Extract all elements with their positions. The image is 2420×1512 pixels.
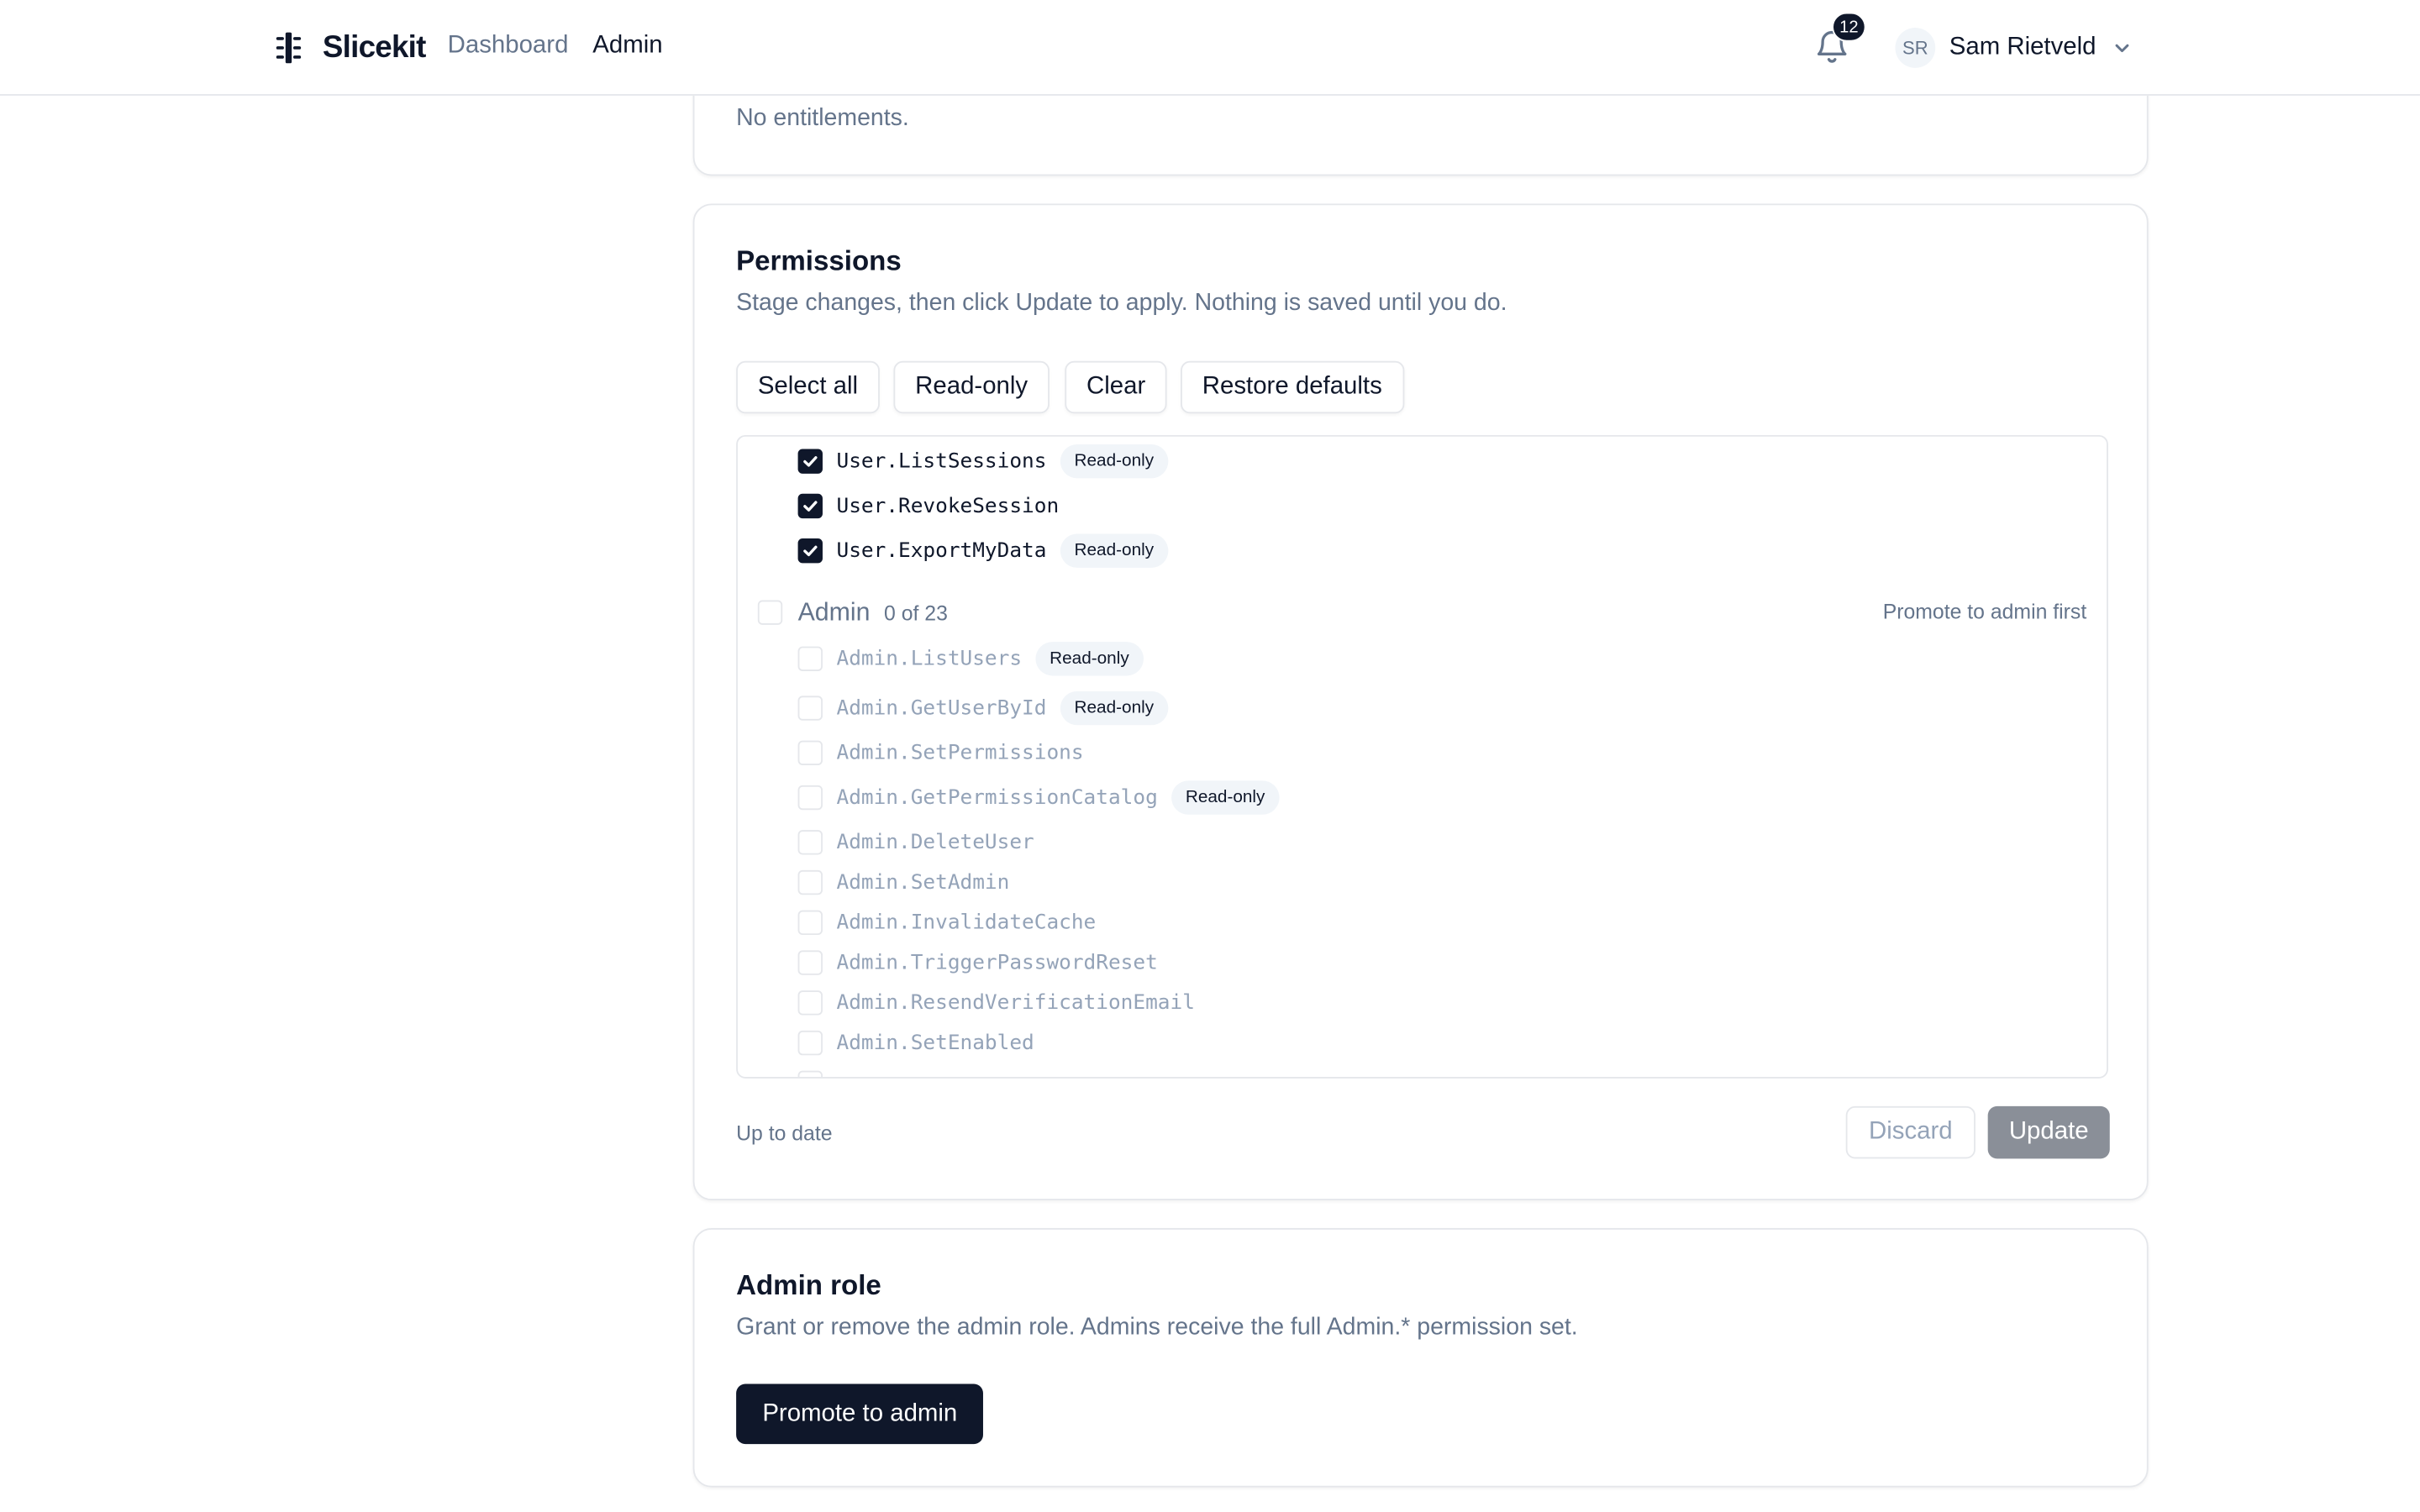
permission-name: Admin.SetEnabled xyxy=(836,1031,1034,1055)
permission-name: Admin.SetPermissions xyxy=(836,741,1084,765)
no-entitlements-text: No entitlements. xyxy=(736,104,909,132)
permission-checkbox[interactable] xyxy=(797,646,823,671)
permission-row-user-list-sessions: User.ListSessions Read-only xyxy=(797,444,1168,479)
group-checkbox[interactable] xyxy=(757,600,783,625)
permission-name: Admin.ResendVerificationEmail xyxy=(836,991,1195,1015)
permission-name: Admin.DeleteUser xyxy=(836,831,1034,854)
permissions-title: Permissions xyxy=(736,245,902,276)
read-only-badge: Read-only xyxy=(1060,533,1168,568)
permission-checkbox[interactable] xyxy=(797,1030,823,1056)
permission-checkbox[interactable] xyxy=(797,869,823,895)
permission-row-admin-trigger-password-reset: Admin.TriggerPasswordReset xyxy=(797,946,1158,979)
group-label: Admin xyxy=(797,597,871,626)
permission-row-admin-delete-user: Admin.DeleteUser xyxy=(797,826,1034,859)
admin-role-description: Grant or remove the admin role. Admins r… xyxy=(736,1314,1578,1341)
nav-admin[interactable]: Admin xyxy=(592,33,662,60)
permission-row-partial xyxy=(797,1066,823,1078)
nav-dashboard[interactable]: Dashboard xyxy=(448,33,569,60)
group-count: 0 of 23 xyxy=(884,601,948,624)
permission-checkbox[interactable] xyxy=(797,910,823,936)
permission-group-admin: Admin 0 of 23 xyxy=(757,596,948,629)
permission-row-user-revoke-session: User.RevokeSession xyxy=(797,489,1060,522)
permission-name: User.ExportMyData xyxy=(836,538,1047,563)
permission-row-admin-list-users: Admin.ListUsers Read-only xyxy=(797,642,1144,676)
discard-button[interactable]: Discard xyxy=(1845,1105,1975,1159)
permission-row-admin-invalidate-cache: Admin.InvalidateCache xyxy=(797,906,1097,939)
read-only-badge: Read-only xyxy=(1060,690,1168,726)
read-only-badge: Read-only xyxy=(1035,642,1144,676)
permission-name: Admin.ListUsers xyxy=(836,647,1023,671)
permission-checkbox[interactable] xyxy=(797,493,823,519)
permission-checkbox[interactable] xyxy=(797,538,823,564)
check-icon xyxy=(803,501,818,512)
permission-row-admin-set-permissions: Admin.SetPermissions xyxy=(797,736,1084,769)
permission-checkbox[interactable] xyxy=(797,990,823,1016)
read-only-badge: Read-only xyxy=(1060,444,1168,479)
permission-checkbox[interactable] xyxy=(797,449,823,474)
permission-row-admin-get-permission-catalog: Admin.GetPermissionCatalog Read-only xyxy=(797,780,1279,815)
user-name: Sam Rietveld xyxy=(1949,34,2096,60)
read-only-button[interactable]: Read-only xyxy=(893,360,1050,414)
notification-count-badge: 12 xyxy=(1832,12,1866,42)
permission-row-admin-get-user-by-id: Admin.GetUserById Read-only xyxy=(797,690,1168,726)
read-only-badge: Read-only xyxy=(1171,780,1279,815)
permission-checkbox[interactable] xyxy=(797,785,823,811)
permission-name: Admin.GetUserById xyxy=(836,696,1047,720)
chevron-down-icon xyxy=(2115,44,2129,53)
permission-name: Admin.GetPermissionCatalog xyxy=(836,785,1158,810)
permissions-description: Stage changes, then click Update to appl… xyxy=(736,290,1507,317)
permission-name: User.RevokeSession xyxy=(836,494,1060,518)
permission-checkbox[interactable] xyxy=(797,1070,823,1078)
user-menu[interactable]: SR Sam Rietveld xyxy=(1895,26,2131,69)
permission-row-admin-resend-verification-email: Admin.ResendVerificationEmail xyxy=(797,986,1195,1020)
permission-name: Admin.InvalidateCache xyxy=(836,911,1097,935)
brand-name: Slicekit xyxy=(322,29,427,65)
brand-logo[interactable]: Slicekit xyxy=(271,28,427,68)
slicekit-logo-icon xyxy=(276,32,302,64)
update-button[interactable]: Update xyxy=(1987,1105,2110,1159)
admin-role-card: Admin role Grant or remove the admin rol… xyxy=(692,1228,2149,1488)
sync-status: Up to date xyxy=(736,1121,833,1145)
permissions-card: Permissions Stage changes, then click Up… xyxy=(692,203,2149,1200)
restore-defaults-button[interactable]: Restore defaults xyxy=(1181,360,1404,414)
permission-row-user-export-my-data: User.ExportMyData Read-only xyxy=(797,533,1168,568)
permission-checkbox[interactable] xyxy=(797,950,823,975)
permission-row-admin-set-admin: Admin.SetAdmin xyxy=(797,865,1010,899)
check-icon xyxy=(803,456,818,467)
permission-name: Admin.TriggerPasswordReset xyxy=(836,951,1158,974)
promote-to-admin-button[interactable]: Promote to admin xyxy=(736,1383,984,1445)
permission-checkbox[interactable] xyxy=(797,740,823,766)
permission-checkbox[interactable] xyxy=(797,830,823,855)
select-all-button[interactable]: Select all xyxy=(736,360,880,414)
clear-button[interactable]: Clear xyxy=(1065,360,1167,414)
check-icon xyxy=(803,545,818,557)
permission-list[interactable]: User.ListSessions Read-only User.RevokeS… xyxy=(736,434,2108,1079)
permission-row-admin-set-enabled: Admin.SetEnabled xyxy=(797,1026,1034,1059)
permission-name: User.ListSessions xyxy=(836,449,1047,473)
admin-role-title: Admin role xyxy=(736,1269,881,1301)
top-navbar: Slicekit Dashboard Admin 12 SR Sam Rietv… xyxy=(0,0,2420,96)
permission-checkbox[interactable] xyxy=(797,696,823,721)
permission-name: Admin.SetAdmin xyxy=(836,870,1010,895)
promote-first-note: Promote to admin first xyxy=(1882,600,2087,624)
avatar: SR xyxy=(1895,28,1936,68)
